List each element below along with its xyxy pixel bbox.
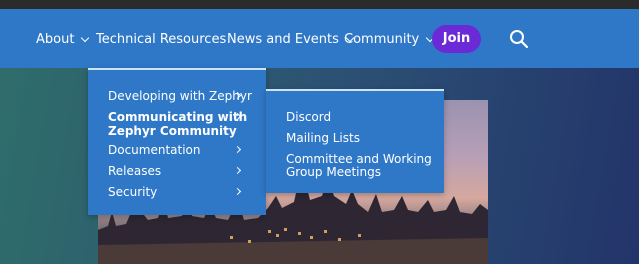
dropdown-item-label: Developing with Zephyr	[108, 89, 252, 103]
dropdown-item-releases[interactable]: Releases	[108, 164, 258, 178]
communicating-submenu: Discord Mailing Lists Committee and Work…	[266, 89, 444, 193]
nav-technical-resources[interactable]: Technical Resources	[96, 30, 226, 50]
join-button[interactable]: Join	[432, 25, 481, 53]
dropdown-item-label: Documentation	[108, 143, 201, 157]
chevron-right-icon	[233, 166, 242, 175]
chevron-right-icon	[233, 145, 242, 154]
nav-technical-resources-label: Technical Resources	[96, 32, 227, 47]
dropdown-item-security[interactable]: Security	[108, 185, 258, 199]
nav-news-events[interactable]: News and Events	[227, 30, 355, 50]
technical-resources-dropdown: Developing with Zephyr Communicating wit…	[88, 68, 266, 215]
chevron-right-icon	[233, 187, 242, 196]
dropdown-item-label: Security	[108, 185, 158, 199]
submenu-item-committee-meetings[interactable]: Committee and Working Group Meetings	[286, 153, 436, 179]
submenu-item-mailing-lists[interactable]: Mailing Lists	[286, 132, 436, 145]
main-navbar: About Technical Resources News and Event…	[0, 9, 639, 68]
dropdown-item-label: Communicating with Zephyr Community	[108, 110, 248, 138]
top-strip	[0, 0, 639, 9]
dropdown-item-communicating[interactable]: Communicating with Zephyr Community	[108, 110, 258, 138]
dropdown-item-label: Releases	[108, 164, 162, 178]
dropdown-item-documentation[interactable]: Documentation	[108, 143, 258, 157]
submenu-item-discord[interactable]: Discord	[286, 111, 436, 124]
chevron-down-icon	[81, 33, 90, 43]
nav-about[interactable]: About	[36, 30, 90, 50]
nav-about-label: About	[36, 32, 75, 47]
dropdown-item-developing[interactable]: Developing with Zephyr	[108, 89, 258, 103]
nav-community[interactable]: Community	[344, 30, 435, 50]
nav-community-label: Community	[344, 32, 420, 47]
search-icon[interactable]	[509, 29, 529, 49]
nav-news-events-label: News and Events	[227, 32, 339, 47]
